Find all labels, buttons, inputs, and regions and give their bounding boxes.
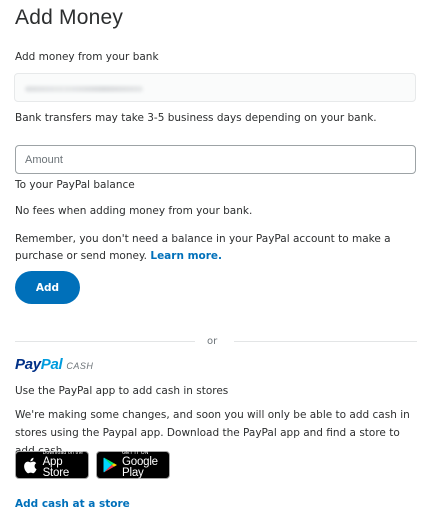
paypal-logo-pay: Pay — [15, 356, 41, 373]
google-play-badge-text: GET IT ON Google Play — [122, 449, 169, 480]
divider-left — [15, 341, 195, 342]
amount-input[interactable] — [15, 145, 416, 174]
balance-reminder: Remember, you don't need a balance in yo… — [15, 231, 417, 265]
paypal-cash-logo: PayPal CASH — [15, 356, 93, 373]
app-store-small-text: Download on the — [42, 449, 84, 456]
use-app-heading: Use the PayPal app to add cash in stores — [15, 385, 229, 397]
divider-right — [234, 341, 417, 342]
destination-label: To your PayPal balance — [15, 179, 135, 191]
google-play-icon — [103, 455, 118, 475]
google-play-badge[interactable]: GET IT ON Google Play — [96, 449, 170, 480]
bank-account-redacted — [25, 86, 143, 92]
bank-section-label: Add money from your bank — [15, 51, 159, 63]
bank-account-select[interactable] — [14, 73, 416, 102]
page-title: Add Money — [15, 6, 124, 29]
google-play-big-text: Google Play — [122, 455, 158, 479]
add-button[interactable]: Add — [15, 271, 80, 304]
app-store-big-text: App Store — [42, 455, 70, 479]
bank-transfer-note: Bank transfers may take 3-5 business day… — [15, 112, 377, 124]
app-store-badge-text: Download on the App Store — [42, 449, 88, 480]
paypal-logo-pal: Pal — [40, 356, 63, 373]
add-cash-at-store-link[interactable]: Add cash at a store — [15, 498, 130, 510]
or-separator: or — [207, 336, 218, 347]
app-store-badge[interactable]: Download on the App Store — [15, 449, 89, 480]
google-play-small-text: GET IT ON — [122, 449, 149, 456]
no-fees-note: No fees when adding money from your bank… — [15, 205, 253, 217]
paypal-logo-cash: CASH — [66, 361, 94, 371]
learn-more-link[interactable]: Learn more. — [150, 250, 222, 262]
apple-icon — [22, 455, 39, 475]
